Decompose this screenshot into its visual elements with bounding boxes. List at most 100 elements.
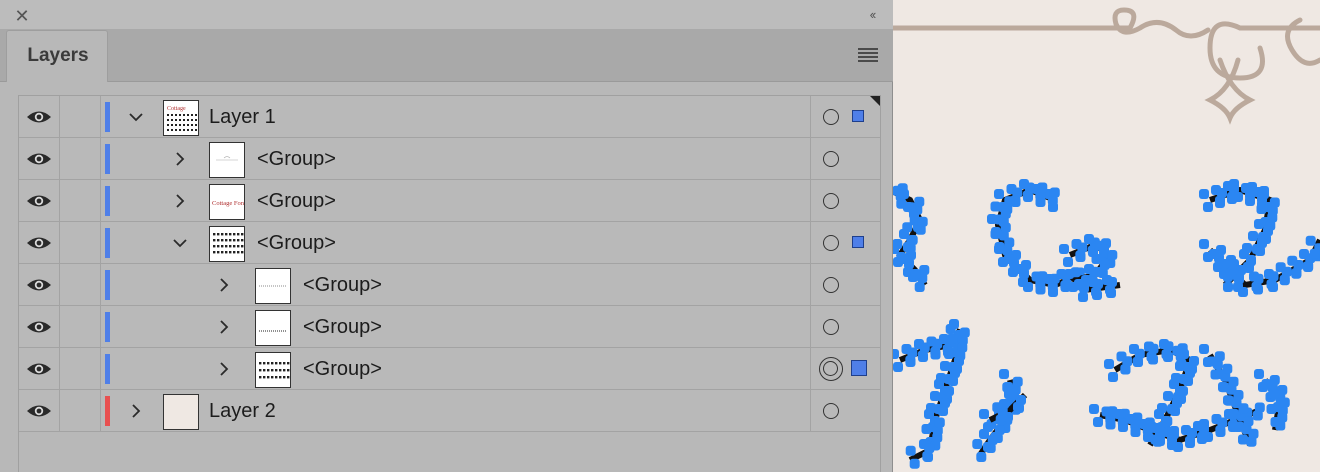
anchor-point[interactable] xyxy=(1267,212,1278,223)
target-icon[interactable] xyxy=(823,193,839,209)
layer-name[interactable]: <Group> xyxy=(257,190,336,213)
anchor-point[interactable] xyxy=(914,196,925,207)
layer-row[interactable]: <Group> xyxy=(19,138,880,180)
visibility-toggle[interactable] xyxy=(19,138,60,180)
anchor-point[interactable] xyxy=(909,209,919,219)
anchor-point[interactable] xyxy=(1269,389,1279,399)
layer-row[interactable]: Cottage Layer 1 xyxy=(19,96,880,138)
anchor-point[interactable] xyxy=(1268,282,1278,292)
anchor-point[interactable] xyxy=(1023,282,1033,292)
anchor-point[interactable] xyxy=(999,369,1009,379)
anchor-point[interactable] xyxy=(1099,260,1110,270)
anchor-point[interactable] xyxy=(1219,259,1229,269)
anchor-point[interactable] xyxy=(1228,376,1239,387)
double-chevron-left-icon[interactable]: ‹‹ xyxy=(860,7,884,23)
target-icon[interactable] xyxy=(823,319,839,335)
anchor-point[interactable] xyxy=(1224,395,1234,406)
layer-row[interactable]: <Group> xyxy=(19,264,880,306)
lock-toggle[interactable] xyxy=(61,264,101,306)
anchor-point[interactable] xyxy=(1120,364,1131,375)
anchor-point[interactable] xyxy=(1189,356,1199,366)
anchor-point[interactable] xyxy=(1223,282,1233,292)
anchor-point[interactable] xyxy=(1024,182,1035,193)
visibility-toggle[interactable] xyxy=(19,222,60,264)
anchor-point[interactable] xyxy=(1078,292,1088,302)
anchor-point[interactable] xyxy=(1241,183,1251,193)
chevron-right-icon[interactable] xyxy=(215,276,233,294)
chevron-right-icon[interactable] xyxy=(171,192,189,210)
hamburger-menu-icon[interactable] xyxy=(858,46,880,64)
anchor-point[interactable] xyxy=(930,391,940,401)
anchor-point[interactable] xyxy=(1172,398,1182,408)
anchor-point[interactable] xyxy=(1012,187,1023,198)
anchor-point[interactable] xyxy=(1049,187,1060,198)
anchor-point[interactable] xyxy=(1088,277,1098,287)
anchor-point[interactable] xyxy=(1163,352,1173,362)
chevron-right-icon[interactable] xyxy=(127,402,145,420)
anchor-point[interactable] xyxy=(1059,244,1069,254)
target-icon[interactable] xyxy=(823,235,839,251)
visibility-toggle[interactable] xyxy=(19,180,60,222)
anchor-point[interactable] xyxy=(1044,274,1054,284)
anchor-point[interactable] xyxy=(1009,389,1019,399)
anchor-point[interactable] xyxy=(1105,419,1116,430)
anchor-point[interactable] xyxy=(1254,402,1265,413)
anchor-point[interactable] xyxy=(1084,234,1094,244)
panel-titlebar[interactable]: ✕ ‹‹ xyxy=(0,0,893,30)
chevron-right-icon[interactable] xyxy=(215,360,233,378)
anchor-point[interactable] xyxy=(1126,414,1137,424)
anchor-point[interactable] xyxy=(1151,423,1161,433)
anchor-point[interactable] xyxy=(1211,414,1222,424)
visibility-toggle[interactable] xyxy=(19,348,60,390)
anchor-point[interactable] xyxy=(1199,239,1209,249)
anchor-point[interactable] xyxy=(1035,284,1046,295)
anchor-point[interactable] xyxy=(1248,231,1258,241)
anchor-point[interactable] xyxy=(946,334,957,344)
lock-toggle[interactable] xyxy=(61,222,101,264)
anchor-point[interactable] xyxy=(1209,249,1219,259)
anchor-point[interactable] xyxy=(926,336,937,347)
anchor-point[interactable] xyxy=(1261,379,1272,389)
anchor-point[interactable] xyxy=(1130,427,1141,437)
anchor-point[interactable] xyxy=(1233,192,1243,202)
selection-indicator-icon[interactable] xyxy=(852,236,864,248)
anchor-point[interactable] xyxy=(1004,237,1015,248)
anchor-point[interactable] xyxy=(1000,222,1011,233)
anchor-point[interactable] xyxy=(954,356,964,366)
anchor-point[interactable] xyxy=(893,362,903,372)
anchor-point[interactable] xyxy=(914,282,925,292)
anchor-point[interactable] xyxy=(1233,390,1244,400)
anchor-point[interactable] xyxy=(944,386,954,396)
layer-name[interactable]: <Group> xyxy=(257,148,336,171)
anchor-point[interactable] xyxy=(1264,269,1274,279)
layer-name[interactable]: Layer 1 xyxy=(209,106,276,129)
anchor-point[interactable] xyxy=(914,339,924,349)
anchor-point[interactable] xyxy=(1013,402,1023,412)
anchor-point[interactable] xyxy=(1259,189,1269,199)
anchor-point[interactable] xyxy=(1114,409,1124,419)
layer-name[interactable]: <Group> xyxy=(303,316,382,339)
anchor-point[interactable] xyxy=(1291,268,1302,279)
anchor-point[interactable] xyxy=(1173,442,1183,452)
anchor-point[interactable] xyxy=(983,422,993,432)
anchor-point[interactable] xyxy=(905,445,916,456)
anchor-point[interactable] xyxy=(1074,279,1084,289)
anchor-point[interactable] xyxy=(950,368,960,378)
visibility-toggle[interactable] xyxy=(19,306,60,348)
anchor-point[interactable] xyxy=(1004,254,1014,264)
anchor-point[interactable] xyxy=(1211,185,1221,195)
anchor-point[interactable] xyxy=(924,443,935,454)
anchor-point[interactable] xyxy=(1031,271,1042,282)
target-icon[interactable] xyxy=(823,151,839,167)
anchor-point[interactable] xyxy=(1101,406,1112,417)
anchor-point[interactable] xyxy=(1092,290,1102,300)
anchor-point[interactable] xyxy=(1004,196,1015,207)
anchor-point[interactable] xyxy=(940,398,950,408)
layer-row[interactable]: <Group> xyxy=(19,222,880,264)
anchor-point[interactable] xyxy=(1169,429,1179,439)
layer-name[interactable]: <Group> xyxy=(257,232,336,255)
anchor-point[interactable] xyxy=(1269,197,1280,208)
visibility-toggle[interactable] xyxy=(19,264,60,306)
anchor-point[interactable] xyxy=(1203,432,1213,442)
selection-indicator-icon[interactable] xyxy=(852,110,864,122)
